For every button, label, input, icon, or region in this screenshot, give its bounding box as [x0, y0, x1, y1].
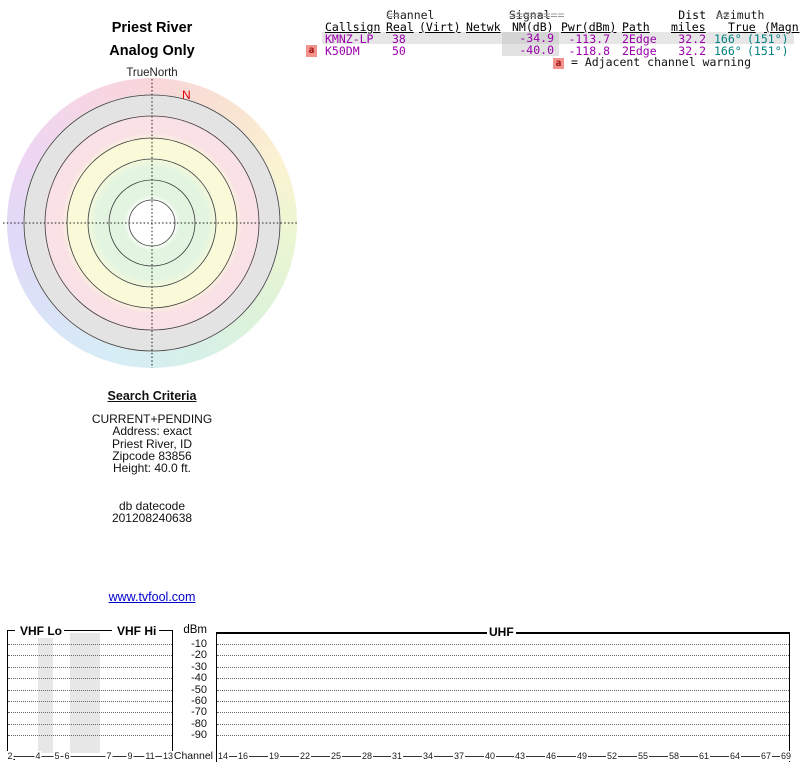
uhf-channel-tick-label: 25: [329, 751, 343, 761]
dbm-tick-label: -90: [191, 729, 207, 741]
vhf-gridlines: [8, 630, 172, 760]
vhf-channel-tick-label: 9: [126, 751, 134, 761]
uhf-channel-tick-label: 19: [267, 751, 281, 761]
uhf-plot-area: [216, 632, 790, 762]
page-title: Priest River: [111, 20, 193, 36]
section-label-uhf: UHF: [487, 625, 516, 639]
north-marker: N: [182, 88, 191, 102]
uhf-channel-tick-label: 58: [667, 751, 681, 761]
col-header-netwk: Netwk: [466, 20, 501, 34]
uhf-channel-tick-label: 43: [513, 751, 527, 761]
station-real-channel: 50: [392, 44, 406, 58]
radar-grid-overlay: [3, 79, 299, 368]
adjacent-channel-warning-icon: a: [306, 45, 317, 57]
dbm-gridline: [8, 712, 172, 713]
uhf-channel-tick-label: 67: [759, 751, 773, 761]
table-legend: a = Adjacent channel warning: [553, 56, 751, 69]
dbm-gridline: [217, 690, 789, 691]
dbm-gridline: [217, 724, 789, 725]
dbm-gridline: [217, 655, 789, 656]
uhf-channel-tick-label: 28: [360, 751, 374, 761]
vhf-plot-area: [7, 630, 173, 760]
uhf-channel-tick-label: 52: [605, 751, 619, 761]
uhf-channel-tick-label: 49: [575, 751, 589, 761]
dbm-gridline: [217, 701, 789, 702]
uhf-channel-tick-label: 40: [483, 751, 497, 761]
adjacent-channel-warning-icon: a: [553, 58, 564, 69]
dbm-gridline: [8, 655, 172, 656]
dbm-tick-label: -40: [191, 672, 207, 684]
dbm-tick-label: -70: [191, 706, 207, 718]
tvfool-link[interactable]: www.tvfool.com: [27, 590, 277, 604]
vhf-channel-tick-label: 13: [161, 751, 175, 761]
uhf-channel-tick-label: 61: [697, 751, 711, 761]
legend-text: = Adjacent channel warning: [571, 55, 752, 69]
search-criteria-block: Search Criteria CURRENT+PENDING Address:…: [27, 390, 277, 525]
uhf-channel-tick-label: 64: [728, 751, 742, 761]
search-criteria-line: Height: 40.0 ft.: [112, 461, 192, 476]
dbm-gridline: [8, 724, 172, 725]
station-callsign: K50DM: [325, 44, 360, 58]
search-criteria-line: Address: exact: [112, 424, 192, 439]
search-criteria-title: Search Criteria: [107, 389, 197, 403]
uhf-channel-tick-label: 22: [298, 751, 312, 761]
search-criteria-line: Priest River, ID: [111, 436, 192, 451]
dbm-tick-label: -20: [191, 649, 207, 661]
uhf-gridlines: [217, 634, 789, 762]
station-nm-db: -40.0: [502, 44, 559, 56]
uhf-channel-tick-label: 14: [216, 751, 230, 761]
page-subtitle: Analog Only: [109, 43, 195, 59]
vhf-channel-tick-label: 11: [144, 751, 156, 761]
dbm-gridline: [217, 735, 789, 736]
dbm-gridline: [8, 667, 172, 668]
dbm-gridline: [8, 678, 172, 679]
dbm-gridline: [217, 678, 789, 679]
db-datecode-value: 201208240638: [111, 511, 193, 526]
station-azimuth-magn: (151°): [747, 44, 789, 58]
uhf-channel-tick-label: 37: [452, 751, 466, 761]
col-header-virt: (Virt): [419, 20, 461, 34]
tvfool-report-page: Priest River Analog Only TrueNorth N == C…: [0, 0, 800, 768]
uhf-channel-tick-label: 34: [421, 751, 435, 761]
uhf-channel-tick-label: 55: [636, 751, 650, 761]
uhf-channel-tick-label: 69: [779, 751, 793, 761]
uhf-channel-tick-label: 16: [236, 751, 250, 761]
dbm-gridline: [217, 644, 789, 645]
vhf-channel-tick-label: 2: [6, 751, 14, 761]
dbm-gridline: [8, 735, 172, 736]
vhf-channel-tick-label: 4: [34, 751, 42, 761]
vhf-channel-tick-label: 6: [63, 751, 71, 761]
vhf-channel-tick-label: 5: [53, 751, 61, 761]
dbm-gridline: [217, 667, 789, 668]
vhf-channel-tick-label: 7: [105, 751, 113, 761]
dbm-gridline: [217, 712, 789, 713]
uhf-channel-tick-label: 31: [390, 751, 404, 761]
dbm-gridline: [8, 644, 172, 645]
section-label-vhf-lo: VHF Lo: [18, 624, 64, 638]
uhf-channel-tick-label: 46: [544, 751, 558, 761]
dbm-gridline: [8, 701, 172, 702]
dbm-gridline: [8, 690, 172, 691]
section-label-vhf-hi: VHF Hi: [115, 624, 159, 638]
